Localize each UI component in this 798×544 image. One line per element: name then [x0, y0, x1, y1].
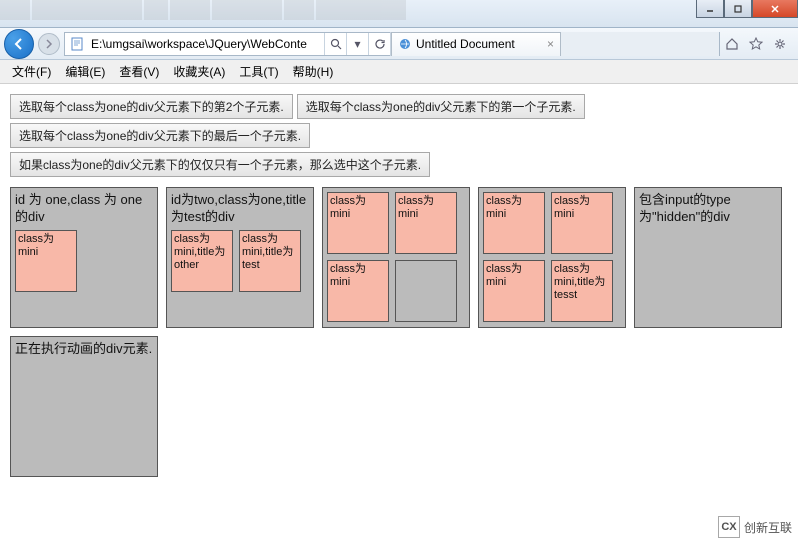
page-content: 选取每个class为one的div父元素下的第2个子元素. 选取每个class为… — [0, 84, 798, 487]
arrow-right-icon — [44, 39, 54, 49]
forward-button[interactable] — [38, 33, 60, 55]
btn-nth-child-2[interactable]: 选取每个class为one的div父元素下的第2个子元素. — [10, 94, 293, 119]
address-bar: ▾ Untitled Document × — [64, 32, 720, 56]
mini-box: class为mini — [327, 192, 389, 254]
home-button[interactable] — [724, 36, 740, 52]
refresh-button[interactable] — [368, 33, 390, 55]
mini-box: class为mini — [551, 192, 613, 254]
menu-view[interactable]: 查看(V) — [113, 61, 165, 82]
browser-tab[interactable]: Untitled Document × — [391, 32, 561, 56]
mini-box: class为mini — [327, 260, 389, 322]
search-button[interactable] — [324, 33, 346, 55]
url-input[interactable] — [89, 33, 324, 55]
box-six-title: 正在执行动画的div元素. — [15, 341, 153, 358]
watermark-text: 创新互联 — [744, 519, 792, 536]
box-six: 正在执行动画的div元素. — [10, 336, 158, 477]
mini-box: class为mini — [395, 192, 457, 254]
star-icon — [749, 37, 763, 51]
mini-box: class为mini — [483, 192, 545, 254]
back-button[interactable] — [4, 29, 34, 59]
btn-first-child[interactable]: 选取每个class为one的div父元素下的第一个子元素. — [297, 94, 585, 119]
mini-box: class为mini,title为test — [239, 230, 301, 292]
page-icon — [67, 34, 87, 54]
navbar: ▾ Untitled Document × — [0, 28, 798, 60]
gear-icon — [773, 37, 787, 51]
window-minimize-button[interactable] — [696, 0, 724, 18]
menu-file[interactable]: 文件(F) — [6, 61, 57, 82]
home-icon — [725, 37, 739, 51]
url-dropdown[interactable]: ▾ — [346, 33, 368, 55]
watermark: CX 创新互联 — [718, 516, 792, 538]
box-four: class为mini class为mini class为mini class为m… — [478, 187, 626, 328]
window-close-button[interactable] — [752, 0, 798, 18]
box-three: class为mini class为mini class为mini — [322, 187, 470, 328]
menu-tools[interactable]: 工具(T) — [233, 61, 284, 82]
box-five: 包含input的type为"hidden"的div — [634, 187, 782, 328]
menu-favorites[interactable]: 收藏夹(A) — [167, 61, 231, 82]
menu-help[interactable]: 帮助(H) — [287, 61, 340, 82]
box-one-title: id 为 one,class 为 one 的div — [15, 192, 153, 226]
tab-title: Untitled Document — [416, 37, 515, 51]
mini-box: class为mini,title为tesst — [551, 260, 613, 322]
arrow-left-icon — [12, 37, 26, 51]
box-one: id 为 one,class 为 one 的div class为mini — [10, 187, 158, 328]
tab-close-button[interactable]: × — [547, 37, 554, 51]
btn-last-child[interactable]: 选取每个class为one的div父元素下的最后一个子元素. — [10, 123, 310, 148]
search-icon — [330, 38, 342, 50]
box-five-title: 包含input的type为"hidden"的div — [639, 192, 777, 226]
mini-box: class为mini — [15, 230, 77, 292]
mini-box: class为mini,title为other — [171, 230, 233, 292]
ie-icon — [398, 37, 412, 51]
box-two-title: id为two,class为one,title为test的div — [171, 192, 309, 226]
mini-box-empty — [395, 260, 457, 322]
tools-button[interactable] — [772, 36, 788, 52]
watermark-logo: CX — [718, 516, 740, 538]
menubar: 文件(F) 编辑(E) 查看(V) 收藏夹(A) 工具(T) 帮助(H) — [0, 60, 798, 84]
mini-box: class为mini — [483, 260, 545, 322]
window-maximize-button[interactable] — [724, 0, 752, 18]
refresh-icon — [374, 38, 386, 50]
box-two: id为two,class为one,title为test的div class为mi… — [166, 187, 314, 328]
titlebar — [0, 0, 798, 28]
btn-only-child[interactable]: 如果class为one的div父元素下的仅仅只有一个子元素，那么选中这个子元素. — [10, 152, 430, 177]
favorites-button[interactable] — [748, 36, 764, 52]
inactive-window-ghost — [0, 0, 406, 22]
menu-edit[interactable]: 编辑(E) — [59, 61, 111, 82]
